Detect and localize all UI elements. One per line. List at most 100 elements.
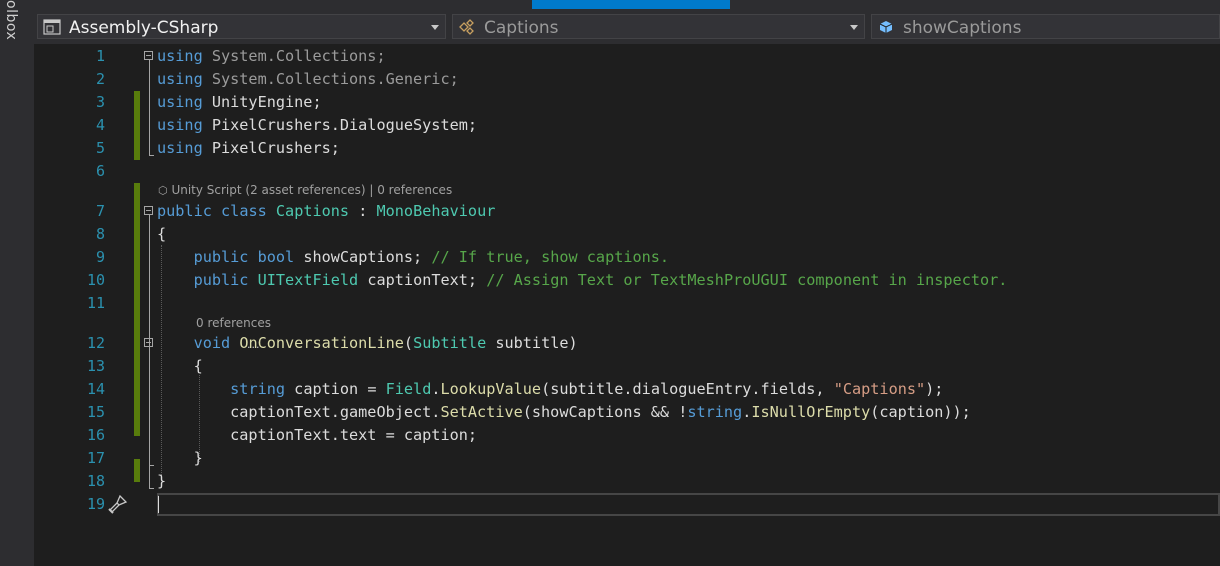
code-token: public — [193, 248, 249, 266]
code-line[interactable]: 2 using System.Collections.Generic; — [57, 68, 1220, 91]
type-name: Captions — [484, 18, 559, 38]
code-token: IsNullOrEmpty — [751, 403, 871, 421]
code-line[interactable]: 16 captionText.text = caption; — [57, 424, 1220, 447]
code-line[interactable]: 3 using UnityEngine; — [57, 91, 1220, 114]
field-icon — [879, 21, 893, 33]
toolbox-label[interactable]: olbox — [3, 0, 19, 40]
document-tab-strip[interactable] — [34, 0, 1220, 9]
code-editor[interactable]: ⬡ Unity Script (2 asset references) | 0 … — [57, 44, 1220, 566]
code-line[interactable]: 11 — [57, 292, 1220, 315]
editor-margin — [34, 44, 57, 566]
member-name: showCaptions — [903, 18, 1022, 38]
codelens-class-text[interactable]: Unity Script (2 asset references) | 0 re… — [171, 183, 452, 197]
chevron-down-icon — [431, 25, 439, 30]
line-number: 11 — [86, 294, 105, 312]
code-line[interactable]: 4 using PixelCrushers.DialogueSystem; — [57, 114, 1220, 137]
code-token: PixelCrushers; — [202, 139, 340, 157]
code-token: string — [687, 403, 743, 421]
code-text[interactable]: using System.Collections.Generic; — [157, 68, 459, 91]
code-line[interactable]: 6 — [57, 160, 1220, 183]
code-token: public — [193, 271, 249, 289]
code-token: System.Collections; — [202, 47, 386, 65]
code-token: SetActive — [440, 403, 523, 421]
code-line[interactable]: 10 public UITextField captionText; // As… — [57, 269, 1220, 292]
code-token: captionText; — [358, 271, 487, 289]
code-line[interactable]: 9 public bool showCaptions; // If true, … — [57, 246, 1220, 269]
code-text[interactable]: void OnConversationLine(Subtitle subtitl… — [157, 332, 578, 355]
code-token: LookupValue — [440, 380, 542, 398]
code-token: OnConversationLine — [239, 334, 404, 352]
code-text[interactable]: using PixelCrushers.DialogueSystem; — [157, 114, 477, 137]
codelens-class[interactable]: ⬡ Unity Script (2 asset references) | 0 … — [158, 183, 452, 197]
code-line[interactable]: 17 } — [57, 447, 1220, 470]
code-line[interactable]: 18} — [57, 470, 1220, 493]
code-line[interactable]: 7 public class Captions : MonoBehaviour — [57, 200, 1220, 223]
code-token: subtitle) — [486, 334, 578, 352]
code-line[interactable]: 12 void OnConversationLine(Subtitle subt… — [57, 332, 1220, 355]
line-number: 18 — [86, 472, 105, 490]
code-text[interactable]: public class Captions : MonoBehaviour — [157, 200, 495, 223]
code-text[interactable]: using PixelCrushers; — [157, 137, 340, 160]
code-line[interactable]: 15 captionText.gameObject.SetActive(show… — [57, 401, 1220, 424]
code-token: void — [193, 334, 231, 352]
code-token: captionText.gameObject. — [157, 403, 441, 421]
line-number: 3 — [95, 93, 105, 111]
code-token: : — [349, 202, 377, 220]
code-text[interactable]: string caption = Field.LookupValue(subti… — [157, 378, 943, 401]
unity-icon: ⬡ — [158, 184, 168, 197]
code-token: { — [157, 225, 167, 243]
line-number: 10 — [86, 271, 105, 289]
code-text[interactable]: public UITextField captionText; // Assig… — [157, 269, 1008, 292]
toolbox-strip[interactable]: olbox — [0, 0, 35, 566]
code-token: using — [157, 47, 203, 65]
code-token: { — [157, 357, 203, 375]
code-text[interactable]: { — [157, 355, 203, 378]
code-token: captionText.text = caption; — [157, 426, 478, 444]
code-line[interactable]: 1 using System.Collections; — [57, 45, 1220, 68]
member-dropdown[interactable]: showCaptions — [871, 14, 1220, 39]
code-token: . — [431, 380, 441, 398]
code-line[interactable]: 13 { — [57, 355, 1220, 378]
code-line[interactable]: 5 using PixelCrushers; — [57, 137, 1220, 160]
code-token: using — [157, 139, 203, 157]
code-text[interactable]: using System.Collections; — [157, 45, 386, 68]
code-text[interactable]: captionText.gameObject.SetActive(showCap… — [157, 401, 971, 424]
line-number: 1 — [95, 47, 105, 65]
code-token: } — [157, 449, 203, 467]
code-token: bool — [257, 248, 295, 266]
code-token: (showCaptions && ! — [522, 403, 688, 421]
type-dropdown[interactable]: Captions — [452, 14, 865, 39]
codelens-method[interactable]: 0 references — [196, 316, 271, 330]
code-token: System.Collections.Generic; — [202, 70, 459, 88]
code-text[interactable]: } — [157, 470, 166, 493]
code-token: Field — [385, 380, 432, 398]
active-document-tab[interactable] — [532, 0, 730, 9]
chevron-down-icon — [850, 25, 858, 30]
code-text[interactable]: using UnityEngine; — [157, 91, 322, 114]
code-line[interactable]: 19 — [57, 493, 1220, 516]
class-icon — [459, 19, 474, 35]
code-token: using — [157, 70, 203, 88]
code-token: ( — [403, 334, 414, 352]
code-line[interactable]: 14 string caption = Field.LookupValue(su… — [57, 378, 1220, 401]
code-text[interactable]: } — [157, 447, 203, 470]
code-token: UITextField — [257, 271, 359, 289]
code-token: showCaptions; — [294, 248, 432, 266]
line-number: 17 — [86, 449, 105, 467]
code-token: UnityEngine; — [202, 93, 322, 111]
code-line[interactable]: 8{ — [57, 223, 1220, 246]
code-token: Subtitle — [413, 334, 487, 352]
line-number: 15 — [86, 403, 105, 421]
code-text[interactable]: public bool showCaptions; // If true, sh… — [157, 246, 670, 269]
code-text[interactable]: captionText.text = caption; — [157, 424, 477, 447]
code-token: . — [742, 403, 752, 421]
navigation-bar: Assembly-CSharp Captions showCaptions — [34, 9, 1220, 45]
code-token: } — [157, 472, 167, 490]
code-text[interactable]: { — [157, 223, 166, 246]
project-dropdown[interactable]: Assembly-CSharp — [37, 14, 446, 39]
codelens-method-text[interactable]: 0 references — [196, 316, 271, 330]
